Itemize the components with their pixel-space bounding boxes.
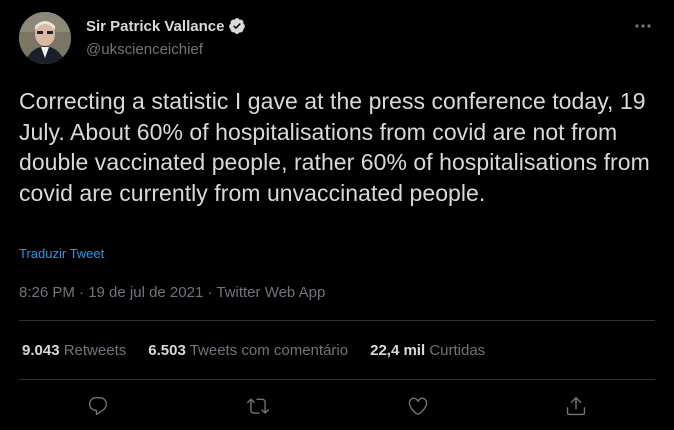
- stat-label: Retweets: [63, 342, 127, 359]
- author-name[interactable]: Sir Patrick Vallance: [86, 17, 246, 35]
- stat-label: Curtidas: [429, 342, 486, 359]
- tweet-timestamp[interactable]: 8:26 PM · 19 de jul de 2021 · Twitter We…: [19, 284, 325, 301]
- like-button[interactable]: [403, 391, 433, 421]
- stat-count: 22,4 mil: [370, 342, 426, 359]
- share-icon: [566, 397, 586, 416]
- stat-retweets[interactable]: 9.043 Retweets: [22, 342, 126, 359]
- stat-label: Tweets com comentário: [189, 342, 349, 359]
- translate-tweet-link[interactable]: Traduzir Tweet: [19, 246, 104, 261]
- divider: [19, 379, 655, 380]
- share-button[interactable]: [561, 391, 591, 421]
- verified-badge-icon: [228, 17, 246, 35]
- divider: [19, 320, 655, 321]
- author-handle[interactable]: @ukscienceichief: [86, 41, 203, 58]
- stat-count: 9.043: [22, 342, 60, 359]
- more-options-button[interactable]: [628, 14, 658, 38]
- stat-likes[interactable]: 22,4 mil Curtidas: [370, 342, 485, 359]
- tweet: Sir Patrick Vallance @ukscienceichief Co…: [0, 0, 674, 430]
- author-name-text[interactable]: Sir Patrick Vallance: [86, 18, 224, 35]
- avatar[interactable]: [19, 12, 71, 64]
- stat-quote-tweets[interactable]: 6.503 Tweets com comentário: [148, 342, 348, 359]
- heart-icon: [408, 397, 428, 415]
- tweet-stats: 9.043 Retweets 6.503 Tweets com comentár…: [22, 342, 507, 359]
- tweet-text: Correcting a statistic I gave at the pre…: [19, 88, 650, 206]
- tweet-actions: [0, 391, 674, 421]
- reply-button[interactable]: [83, 391, 113, 421]
- retweet-icon: [247, 398, 269, 414]
- reply-icon: [88, 397, 108, 416]
- retweet-button[interactable]: [243, 391, 273, 421]
- stat-count: 6.503: [148, 342, 186, 359]
- more-icon: [635, 24, 651, 28]
